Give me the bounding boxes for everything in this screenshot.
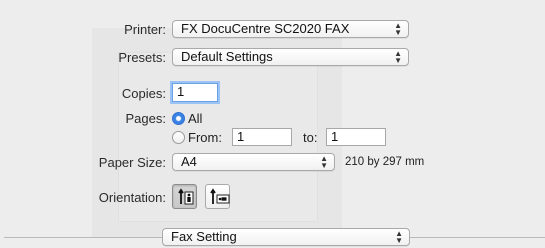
pages-to-field[interactable]: 1	[326, 128, 386, 146]
copies-label: Copies:	[121, 86, 166, 101]
pages-label: Pages:	[125, 111, 166, 126]
printer-label: Printer:	[124, 22, 166, 37]
paper-size-label: Paper Size:	[98, 155, 166, 170]
up-down-chevron-icon: ▲ ▼	[394, 21, 402, 37]
copies-field[interactable]: 1	[172, 83, 218, 102]
pages-from-label[interactable]: From:	[188, 130, 222, 145]
section-popup[interactable]: Fax Setting ▲ ▼	[162, 228, 410, 246]
pages-from-field[interactable]: 1	[232, 128, 292, 146]
pages-to-label: to:	[303, 130, 318, 145]
pages-all-label[interactable]: All	[188, 111, 202, 126]
up-down-chevron-icon: ▲ ▼	[395, 229, 403, 245]
up-down-chevron-icon: ▲ ▼	[320, 154, 328, 170]
paper-size-value: A4	[181, 154, 197, 169]
section-value: Fax Setting	[171, 229, 237, 244]
printer-value: FX DocuCentre SC2020 FAX	[181, 21, 350, 36]
divider-left	[4, 237, 162, 238]
paper-size-popup[interactable]: A4 ▲ ▼	[172, 153, 335, 171]
printer-popup[interactable]: FX DocuCentre SC2020 FAX ▲ ▼	[172, 20, 409, 38]
orientation-label: Orientation:	[98, 190, 166, 205]
pages-all-radio[interactable]	[172, 112, 185, 125]
divider-right	[410, 237, 545, 238]
pages-from-radio[interactable]	[172, 131, 185, 144]
landscape-orientation-button[interactable]	[205, 184, 230, 209]
paper-dimensions: 210 by 297 mm	[345, 156, 425, 168]
presets-popup[interactable]: Default Settings ▲ ▼	[172, 48, 409, 66]
portrait-orientation-icon	[178, 188, 194, 205]
landscape-orientation-icon	[210, 188, 230, 204]
presets-label: Presets:	[118, 50, 166, 65]
presets-value: Default Settings	[181, 49, 273, 64]
portrait-orientation-button[interactable]	[172, 184, 197, 209]
up-down-chevron-icon: ▲ ▼	[394, 49, 402, 65]
